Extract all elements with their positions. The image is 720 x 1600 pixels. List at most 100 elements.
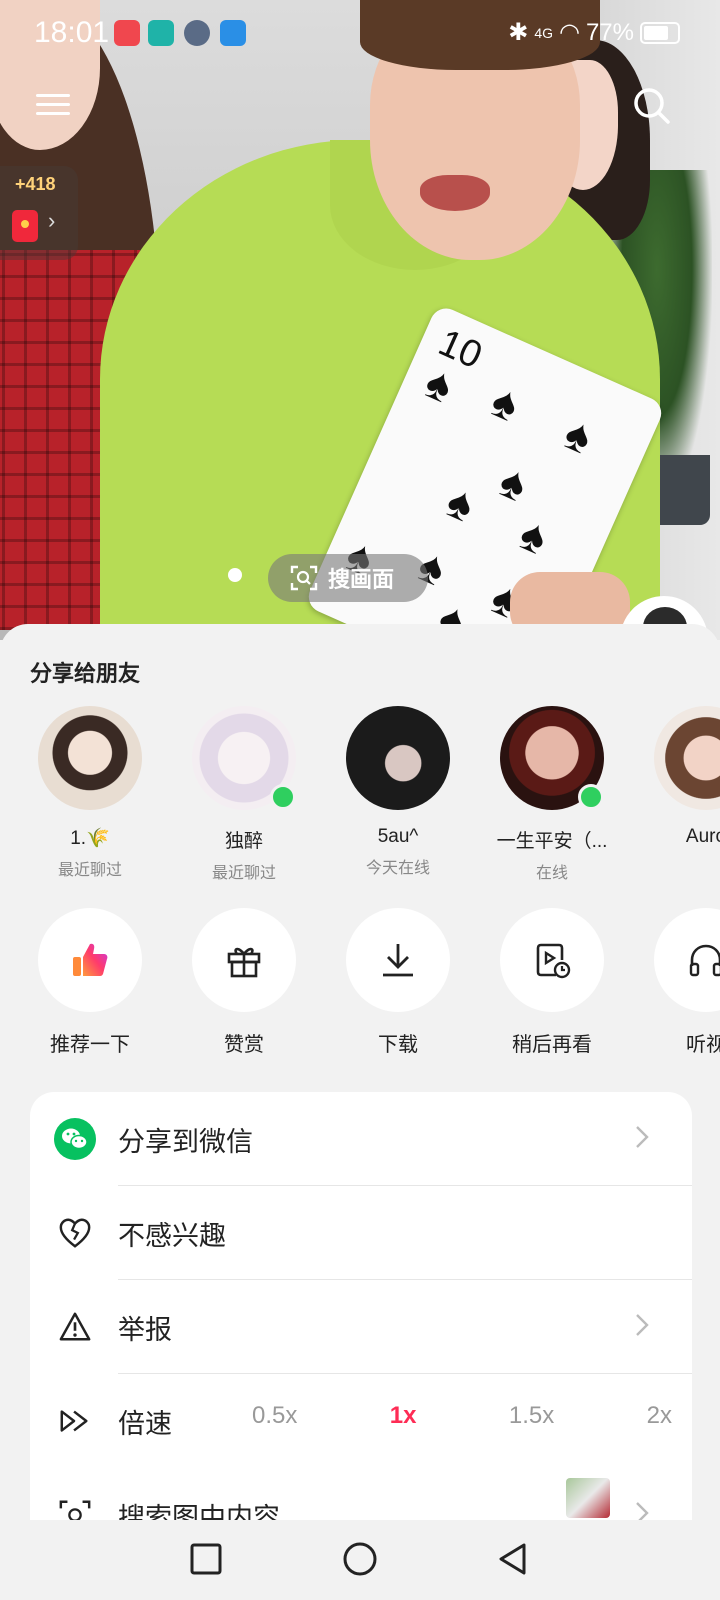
avatar — [654, 706, 720, 810]
app-notification-icon — [114, 20, 140, 46]
action-label: 推荐一下 — [50, 1034, 130, 1056]
menu-icon-bar — [36, 94, 70, 97]
system-indicators: ✱ 4G ◠ 77% — [508, 18, 680, 47]
page-indicator-dot — [228, 568, 242, 582]
friend-status: 最近聊过 — [211, 865, 276, 882]
friend-status: 在线 — [535, 865, 568, 882]
online-indicator — [270, 784, 296, 810]
friend-name: 1.🌾 — [70, 828, 110, 849]
friend-name: 一生平安（... — [496, 831, 608, 852]
action-circle — [346, 908, 450, 1012]
thumbs-up-icon — [73, 943, 108, 976]
scan-icon — [290, 565, 318, 591]
watch-later-icon — [536, 943, 571, 979]
browser-notification-icon — [220, 20, 246, 46]
back-triangle-icon — [499, 1543, 526, 1575]
search-frame-label: 搜画面 — [328, 567, 395, 592]
bluetooth-icon: ✱ — [508, 19, 529, 46]
phone-notification-icon — [148, 20, 174, 46]
red-packet-reward[interactable]: +418 › — [0, 166, 78, 260]
gift-icon — [227, 947, 261, 978]
share-to-wechat-label: 分享到微信 — [118, 1127, 253, 1157]
friend-name: Auro — [685, 826, 720, 847]
avatar — [500, 706, 604, 810]
battery-icon — [640, 21, 680, 44]
video-person-center-mouth — [420, 175, 490, 211]
share-to-wechat-row[interactable]: 分享到微信 — [30, 1092, 692, 1186]
not-interested-label: 不感兴趣 — [118, 1221, 226, 1251]
friend-item[interactable]: 5au^ 今天在线 — [328, 706, 468, 878]
friend-status: 今天在线 — [365, 860, 430, 877]
reward-count: +418 — [15, 174, 56, 194]
speed-options: 0.5x 1x 1.5x 2x — [252, 1402, 672, 1430]
fast-forward-icon — [54, 1400, 96, 1442]
speed-option-1x[interactable]: 1x — [390, 1402, 417, 1430]
friend-item[interactable]: 独醉 最近聊过 — [174, 706, 314, 883]
video-player[interactable]: 10 ♠ ♠ ♠ ♠ ♠ ♠ ♠ ♠ ♠ ♠ — [0, 0, 720, 640]
warning-icon — [54, 1306, 96, 1348]
report-row[interactable]: 举报 — [30, 1280, 692, 1374]
action-label: 下载 — [378, 1034, 418, 1056]
status-bar: 18:01 ✱ 4G ◠ 77% — [0, 0, 720, 66]
friend-status: 最近聊过 — [57, 862, 122, 879]
reward-button[interactable]: 赞赏 — [174, 908, 314, 1057]
search-frame-button[interactable]: 搜画面 — [268, 554, 428, 602]
friend-item[interactable]: 一生平安（... 在线 — [482, 706, 622, 883]
signal-icon: 4G — [534, 24, 553, 41]
back-button[interactable] — [488, 1534, 538, 1584]
wechat-icon — [54, 1118, 96, 1160]
action-circle — [500, 908, 604, 1012]
download-icon — [383, 944, 413, 977]
search-in-image-row[interactable]: 搜索图中内容 — [30, 1468, 692, 1524]
listen-button[interactable]: 听视 — [636, 908, 720, 1057]
speed-option-1-5x[interactable]: 1.5x — [509, 1402, 554, 1430]
speed-option-2x[interactable]: 2x — [647, 1402, 672, 1430]
broken-heart-icon — [54, 1212, 96, 1254]
playback-speed-label: 倍速 — [118, 1409, 172, 1439]
settings-notification-icon — [184, 20, 210, 46]
report-label: 举报 — [118, 1315, 172, 1345]
chevron-right-icon — [636, 1314, 649, 1336]
wifi-icon: ◠ — [559, 19, 580, 46]
action-circle — [38, 908, 142, 1012]
action-circle — [654, 908, 720, 1012]
search-button[interactable] — [632, 86, 672, 126]
friend-item[interactable]: 1.🌾 最近聊过 — [20, 706, 160, 880]
share-sheet-title: 分享给朋友 — [30, 661, 141, 686]
share-sheet: 分享给朋友 1.🌾 最近聊过 独醉 最近聊过 5au^ 今天在线 一生平安（..… — [0, 624, 720, 1524]
friend-name: 5au^ — [377, 826, 419, 847]
menu-icon-bar — [36, 103, 70, 106]
playback-speed-row: 倍速 0.5x 1x 1.5x 2x — [30, 1374, 692, 1468]
action-circle — [192, 908, 296, 1012]
online-indicator — [578, 784, 604, 810]
avatar — [38, 706, 142, 810]
image-thumbnail — [566, 1478, 610, 1518]
action-label: 稍后再看 — [512, 1034, 592, 1056]
recent-apps-button[interactable] — [181, 1534, 231, 1584]
battery-text: 77% — [585, 18, 634, 46]
share-menu-list: 分享到微信 不感兴趣 举报 倍速 0.5x 1x 1.5x 2x 搜索图中内容 — [30, 1092, 692, 1524]
download-button[interactable]: 下载 — [328, 908, 468, 1057]
friend-list: 1.🌾 最近聊过 独醉 最近聊过 5au^ 今天在线 一生平安（... 在线 A… — [0, 706, 720, 886]
not-interested-row[interactable]: 不感兴趣 — [30, 1186, 692, 1280]
red-envelope-icon — [12, 210, 38, 242]
action-row: 推荐一下 赞赏 下载 稍后再看 听视 — [0, 908, 720, 1058]
friend-item[interactable]: Auro — [636, 706, 720, 854]
chevron-right-icon — [636, 1126, 649, 1148]
headphones-icon — [689, 944, 720, 977]
action-label: 赞赏 — [224, 1034, 264, 1056]
menu-button[interactable] — [36, 88, 70, 122]
menu-icon-bar — [36, 112, 70, 115]
home-button[interactable] — [335, 1534, 385, 1584]
search-icon — [634, 88, 670, 124]
recommend-button[interactable]: 推荐一下 — [20, 908, 160, 1057]
system-navigation-bar — [0, 1520, 720, 1600]
chevron-right-icon: › — [48, 208, 56, 233]
friend-name: 独醉 — [224, 831, 263, 852]
watch-later-button[interactable]: 稍后再看 — [482, 908, 622, 1057]
speed-option-0-5x[interactable]: 0.5x — [252, 1402, 297, 1430]
square-icon — [190, 1543, 222, 1575]
circle-icon — [343, 1542, 377, 1576]
status-time: 18:01 — [34, 16, 110, 49]
avatar — [192, 706, 296, 810]
